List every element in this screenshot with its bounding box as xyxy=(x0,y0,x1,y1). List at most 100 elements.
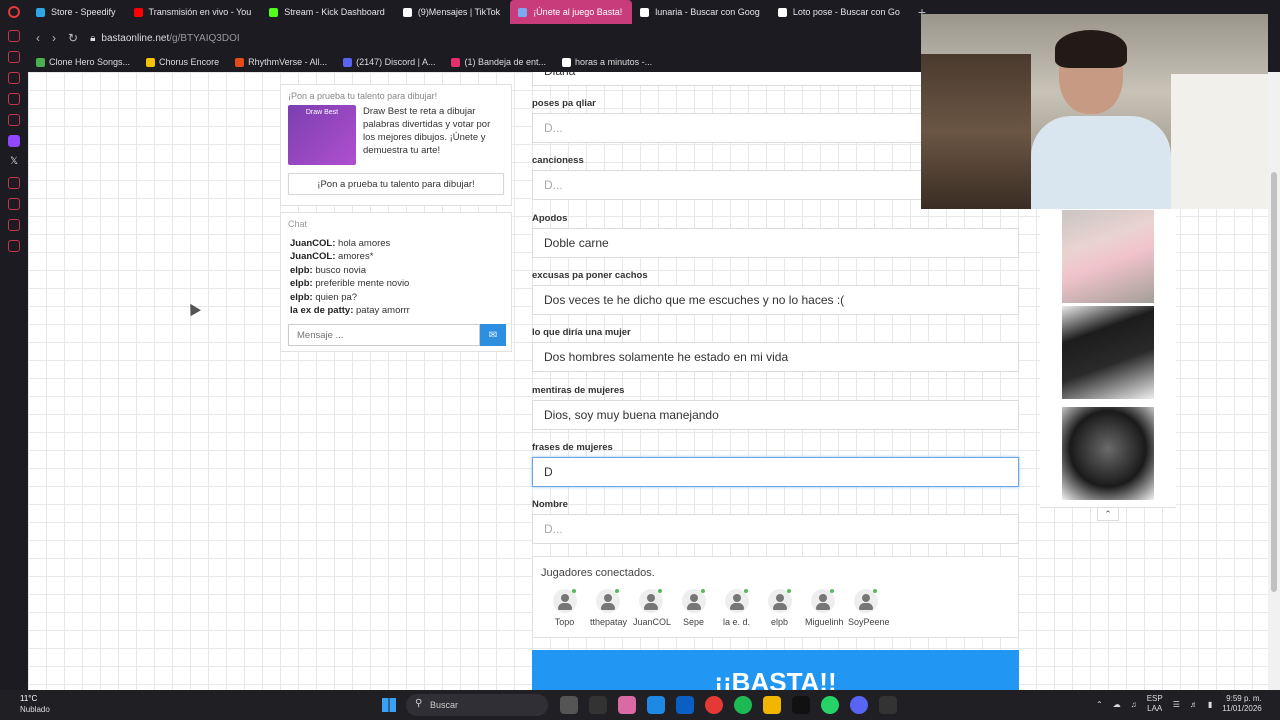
bookmark-4[interactable]: (1) Bandeja de ent... xyxy=(451,57,546,67)
microphone-icon[interactable]: ♫ xyxy=(1131,700,1137,709)
url-path: /g/BTYAIQ3DOI xyxy=(169,32,240,44)
whatsapp-icon[interactable] xyxy=(821,696,839,714)
basta-button[interactable]: ¡¡BASTA!! xyxy=(532,650,1019,690)
pinboard-icon[interactable] xyxy=(8,72,20,84)
answer-field[interactable] xyxy=(532,456,1019,487)
epic-games-icon[interactable] xyxy=(792,696,810,714)
player[interactable]: Topo xyxy=(547,589,582,627)
url-field[interactable]: 🔒︎ bastaonline.net/g/BTYAIQ3DOI xyxy=(90,33,240,44)
field-label: cancioness xyxy=(532,155,584,167)
chevron-up-icon[interactable]: ⌃ xyxy=(1097,507,1119,521)
forward-icon[interactable]: › xyxy=(52,31,56,45)
clock-icon[interactable] xyxy=(8,177,20,189)
taskbar-search[interactable]: ⚲ Buscar xyxy=(406,694,548,716)
chat-username: elpb: xyxy=(290,264,313,276)
lang-layout: LAA xyxy=(1147,704,1163,713)
store-icon[interactable] xyxy=(676,696,694,714)
settings-icon[interactable] xyxy=(8,240,20,252)
bookmark-2[interactable]: RhythmVerse - All... xyxy=(235,57,327,67)
extensions-icon[interactable] xyxy=(8,219,20,231)
players-title: Jugadores conectados. xyxy=(541,567,655,579)
field-label: Apodos xyxy=(532,212,568,224)
answer-field[interactable] xyxy=(532,284,1019,315)
answer-field[interactable] xyxy=(532,342,1019,373)
messenger-icon[interactable] xyxy=(8,30,20,42)
player[interactable]: elpb xyxy=(762,589,797,627)
lang-code: ESP xyxy=(1146,694,1163,703)
weather-temp: 11°C xyxy=(20,694,38,703)
gallery-image[interactable] xyxy=(1062,407,1154,500)
tray-chevron-up-icon[interactable]: ⌃ xyxy=(1096,700,1103,709)
tab-5[interactable]: lunaria - Buscar con Goog xyxy=(632,0,770,24)
chat-text: busco novia xyxy=(312,264,367,276)
chat-message: elpb: busco novia xyxy=(288,264,504,277)
tab-4[interactable]: ¡Únete al juego Basta! xyxy=(510,0,633,24)
mouse-cursor-icon xyxy=(185,300,201,317)
copilot-icon[interactable] xyxy=(618,696,636,714)
player[interactable]: tthepatay xyxy=(590,589,627,627)
promo-text: Draw Best te reta a dibujar palabras div… xyxy=(363,106,491,156)
player[interactable]: la e. d. xyxy=(719,589,754,627)
tab-0[interactable]: Store - Speedify xyxy=(28,0,126,24)
mail-icon[interactable] xyxy=(8,114,20,126)
language-indicator[interactable]: ESP LAA xyxy=(1147,694,1163,714)
battery-icon[interactable]: ▮ xyxy=(1208,700,1212,709)
answer-field[interactable] xyxy=(532,227,1019,258)
back-icon[interactable]: ‹ xyxy=(36,31,40,45)
tab-label: Store - Speedify xyxy=(51,7,116,17)
promo-cta-button[interactable]: ¡Pon a prueba tu talento para dibujar! xyxy=(288,173,504,195)
tab-3[interactable]: (9)Mensajes | TikTok xyxy=(395,0,510,24)
opera-logo-icon[interactable] xyxy=(0,0,28,24)
tab-6[interactable]: Loto pose - Buscar con Go xyxy=(770,0,910,24)
draw-best-thumbnail[interactable]: Draw Best xyxy=(288,105,356,165)
answer-field[interactable] xyxy=(532,399,1019,430)
x-icon[interactable]: 𝕏 xyxy=(8,156,20,168)
wallet-icon[interactable] xyxy=(8,93,20,105)
system-tray: ⌃ ☁ ♫ ESP LAA ☰ ♬ ▮ 9:59 p. m. 11/01/202… xyxy=(1096,694,1262,714)
chat-message-input[interactable] xyxy=(288,324,480,346)
bookmark-0[interactable]: Clone Hero Songs... xyxy=(36,57,130,67)
webcam-overlay xyxy=(921,14,1268,209)
spotify-icon[interactable] xyxy=(734,696,752,714)
bookmark-label: Chorus Encore xyxy=(159,57,220,67)
downloads-icon[interactable] xyxy=(8,198,20,210)
reload-icon[interactable]: ↻ xyxy=(68,31,78,45)
taskbar-search-label: Buscar xyxy=(430,700,459,710)
chat-title: Chat xyxy=(288,219,308,229)
gallery-image[interactable] xyxy=(1062,210,1154,303)
player[interactable]: Sepe xyxy=(676,589,711,627)
tab-favicon-icon xyxy=(640,7,650,17)
player[interactable]: JuanCOL xyxy=(633,589,671,627)
answer-field[interactable] xyxy=(532,514,1019,545)
bookmark-1[interactable]: Chorus Encore xyxy=(146,57,219,67)
player[interactable]: SoyPeene xyxy=(848,589,890,627)
gallery-image[interactable] xyxy=(1062,306,1154,399)
windows-start-icon[interactable] xyxy=(382,698,396,712)
page-scrollbar[interactable] xyxy=(1268,72,1280,690)
player-name: Miguelinh xyxy=(805,617,844,627)
cloud-icon[interactable]: ☁ xyxy=(1113,700,1121,709)
volume-icon[interactable]: ♬ xyxy=(1190,700,1198,709)
bookmark-3[interactable]: (2147) Discord | A... xyxy=(343,57,435,67)
obs-icon[interactable] xyxy=(879,696,897,714)
discord-icon[interactable] xyxy=(850,696,868,714)
history-icon[interactable] xyxy=(8,51,20,63)
scrollbar-thumb[interactable] xyxy=(1271,172,1277,592)
tab-2[interactable]: Stream - Kick Dashboard xyxy=(261,0,395,24)
send-message-icon: ✉︎ xyxy=(488,329,498,341)
weather-widget[interactable]: 11°C Nublado xyxy=(20,693,50,715)
connected-players-panel: Jugadores conectados. Topo tthepatay JuanC… xyxy=(532,556,1019,638)
capcut-icon[interactable] xyxy=(589,696,607,714)
twitch-icon[interactable] xyxy=(8,135,20,147)
taskview-icon[interactable] xyxy=(560,696,578,714)
file-explorer-icon[interactable] xyxy=(763,696,781,714)
wifi-icon[interactable]: ☰ xyxy=(1173,700,1180,709)
tab-1[interactable]: Transmisión en vivo - You xyxy=(126,0,262,24)
taskbar-clock[interactable]: 9:59 p. m. 11/01/2026 xyxy=(1222,694,1261,714)
opera-icon[interactable] xyxy=(705,696,723,714)
chat-send-button[interactable]: ✉︎ xyxy=(480,324,506,346)
player[interactable]: Miguelinh xyxy=(805,589,844,627)
edge-icon[interactable] xyxy=(647,696,665,714)
bookmark-label: (2147) Discord | A... xyxy=(356,57,436,67)
bookmark-5[interactable]: horas a minutos -... xyxy=(562,57,652,67)
